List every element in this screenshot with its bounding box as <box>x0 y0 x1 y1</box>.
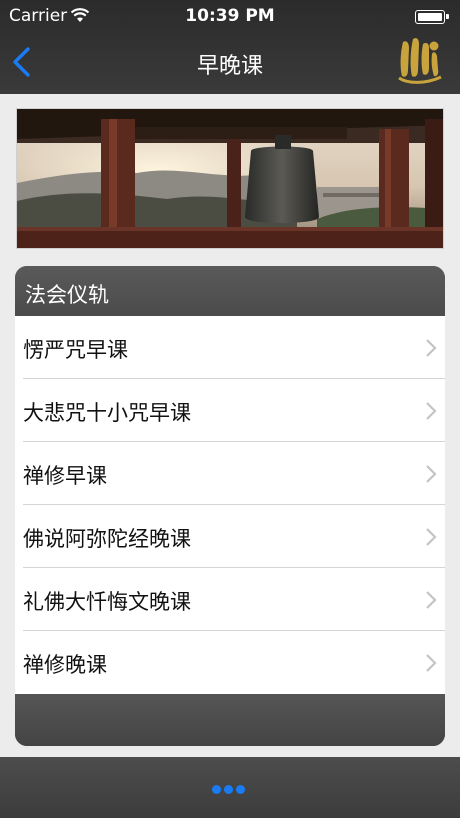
top-bar: Carrier 10:39 PM 早晚课 <box>0 0 460 94</box>
battery-icon <box>415 10 449 24</box>
logo-mark-icon <box>398 38 442 84</box>
list-item-label: 禅修晚课 <box>23 653 107 677</box>
section-header: 法会仪轨 <box>15 266 445 316</box>
chevron-right-icon <box>426 465 437 483</box>
chevron-right-icon <box>426 528 437 546</box>
list-item-amituo-evening[interactable]: 佛说阿弥陀经晚课 <box>15 505 445 568</box>
page-title: 早晚课 <box>196 54 263 79</box>
list-item-label: 礼佛大忏悔文晚课 <box>23 590 191 614</box>
temple-bell-banner-image <box>16 108 444 249</box>
dot <box>235 785 245 794</box>
list-item-chan-evening[interactable]: 禅修晚课 <box>15 631 445 694</box>
list-item-lifo-evening[interactable]: 礼佛大忏悔文晚课 <box>15 568 445 631</box>
section-footer <box>15 694 445 746</box>
list-item-dabei-morning[interactable]: 大悲咒十小咒早课 <box>15 379 445 442</box>
ellipsis-icon[interactable] <box>210 779 250 794</box>
screen: Carrier 10:39 PM 早晚课 法会仪轨 愣严咒早课 大悲咒十小咒早课… <box>0 0 460 818</box>
list-item-lengyan-morning[interactable]: 愣严咒早课 <box>15 316 445 379</box>
status-time: 10:39 PM <box>185 6 275 26</box>
ritual-list: 愣严咒早课 大悲咒十小咒早课 禅修早课 佛说阿弥陀经晚课 礼佛大忏悔文晚课 禅修… <box>15 316 445 694</box>
chevron-right-icon <box>426 402 437 420</box>
dharma-drum-logo <box>396 32 444 92</box>
dot <box>211 785 221 794</box>
bottom-bar <box>0 757 460 818</box>
dot <box>223 785 233 794</box>
list-item-label: 愣严咒早课 <box>23 338 128 362</box>
navigation-bar: 早晚课 <box>0 32 460 94</box>
ritual-section: 法会仪轨 愣严咒早课 大悲咒十小咒早课 禅修早课 佛说阿弥陀经晚课 礼佛大忏悔文… <box>15 266 445 746</box>
chevron-right-icon <box>426 339 437 357</box>
bell-pavilion-photo <box>17 109 443 248</box>
list-item-label: 佛说阿弥陀经晚课 <box>23 527 191 551</box>
status-bar: Carrier 10:39 PM <box>0 0 460 32</box>
list-item-chan-morning[interactable]: 禅修早课 <box>15 442 445 505</box>
list-item-label: 禅修早课 <box>23 464 107 488</box>
chevron-right-icon <box>426 591 437 609</box>
chevron-right-icon <box>426 654 437 672</box>
list-item-label: 大悲咒十小咒早课 <box>23 401 191 425</box>
